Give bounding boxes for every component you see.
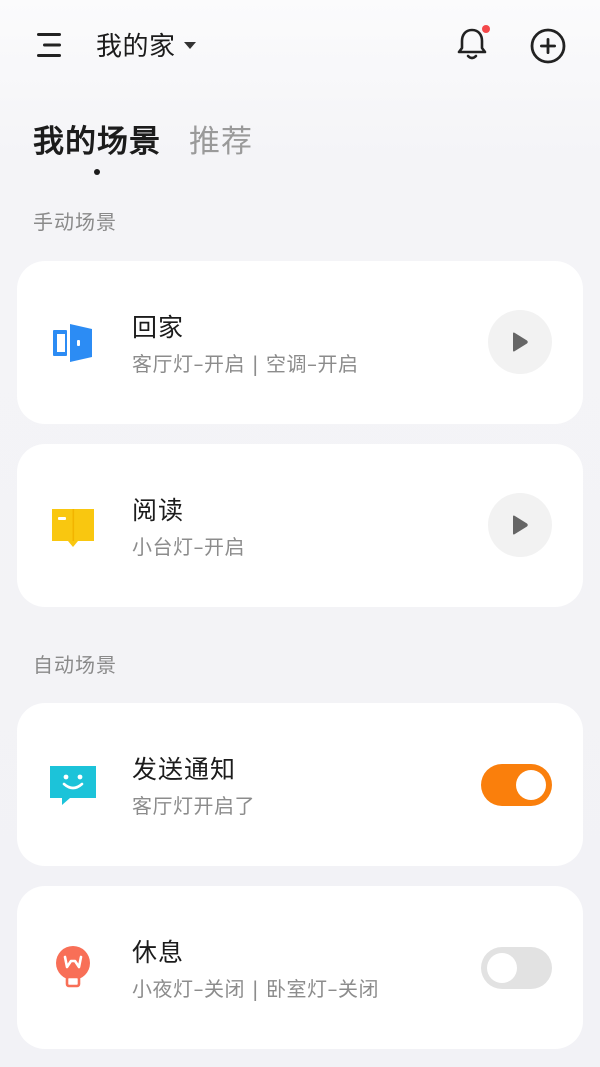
scene-description: 小台灯–开启: [132, 535, 245, 559]
scene-card-reading[interactable]: 阅读 小台灯–开启: [17, 444, 583, 607]
scene-card-rest[interactable]: 休息 小夜灯–关闭 | 卧室灯–关闭: [17, 886, 583, 1049]
run-scene-button[interactable]: [488, 310, 552, 374]
scene-title: 阅读: [132, 496, 185, 525]
caret-down-icon: [183, 41, 196, 49]
scene-enable-toggle[interactable]: [481, 764, 552, 806]
door-icon: [48, 318, 98, 368]
lightbulb-icon: [48, 943, 98, 993]
scene-title: 发送通知: [132, 755, 237, 784]
tab-active-indicator: [94, 169, 100, 175]
bell-icon[interactable]: [452, 24, 492, 64]
scene-description: 客厅灯–开启 | 空调–开启: [132, 352, 359, 376]
top-bar: 我的家: [0, 0, 600, 90]
tab-label: 我的场景: [33, 124, 161, 160]
home-name: 我的家: [96, 31, 176, 62]
menu-icon[interactable]: [33, 28, 69, 62]
tab-label: 推荐: [189, 124, 253, 160]
play-icon: [513, 515, 528, 535]
section-label-auto: 自动场景: [33, 653, 117, 677]
scene-card-go-home[interactable]: 回家 客厅灯–开启 | 空调–开启: [17, 261, 583, 424]
scene-title: 回家: [132, 313, 185, 342]
notification-dot: [482, 25, 490, 33]
scene-title: 休息: [132, 938, 185, 967]
play-icon: [513, 332, 528, 352]
scene-description: 小夜灯–关闭 | 卧室灯–关闭: [132, 977, 379, 1001]
plus-circle-icon[interactable]: [528, 26, 568, 66]
section-label-manual: 手动场景: [33, 210, 117, 234]
scene-description: 客厅灯开启了: [132, 794, 255, 818]
toggle-knob: [516, 770, 546, 800]
scene-enable-toggle[interactable]: [481, 947, 552, 989]
run-scene-button[interactable]: [488, 493, 552, 557]
tab-my-scenes[interactable]: 我的场景: [33, 120, 161, 180]
home-selector[interactable]: 我的家: [96, 26, 196, 62]
app-screen: 我的家 我的场景 推荐 手动场景 回家 客厅灯–开启 | 空调–开启 阅读 小台…: [0, 0, 600, 1067]
toggle-knob: [487, 953, 517, 983]
tab-recommended[interactable]: 推荐: [189, 120, 253, 180]
scene-tabs: 我的场景 推荐: [33, 120, 253, 180]
smiley-message-icon: [48, 760, 98, 810]
scene-card-send-notification[interactable]: 发送通知 客厅灯开启了: [17, 703, 583, 866]
book-icon: [48, 501, 98, 551]
